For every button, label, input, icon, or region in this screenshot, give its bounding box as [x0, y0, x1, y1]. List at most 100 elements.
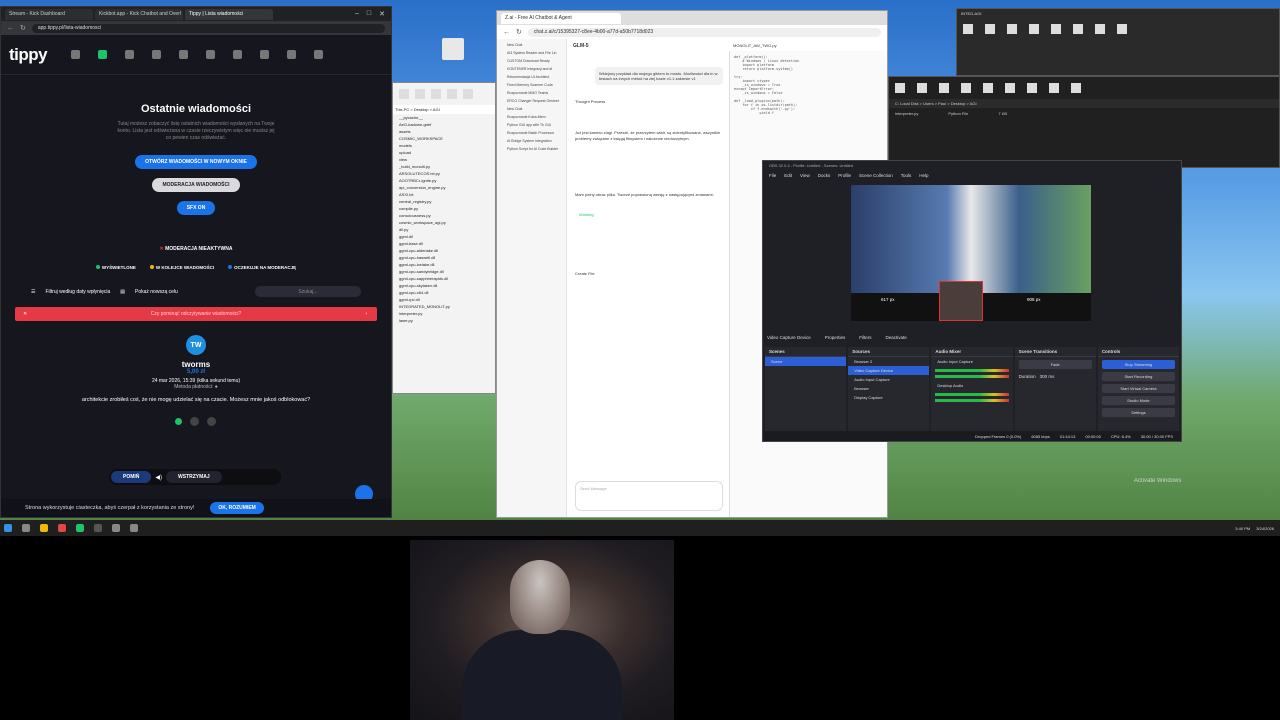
sfx-toggle-button[interactable]: SFX ON	[176, 201, 216, 215]
tray-clock[interactable]: 3:40 PM	[1235, 526, 1250, 531]
obs-icon[interactable]	[94, 524, 102, 532]
thought-process-toggle[interactable]: Thought Process	[575, 99, 723, 104]
pause-button[interactable]: WSTRZYMAJ	[166, 471, 222, 483]
explorer-path[interactable]: This PC > Desktop > AGI	[393, 105, 495, 114]
volume-slider[interactable]	[935, 375, 1009, 378]
explorer-item[interactable]: ggml-cpu-sandybridge.dll	[393, 268, 495, 275]
chat-history-item[interactable]: Rozpoznanie Kuba-Mem	[502, 113, 561, 121]
explorer-item[interactable]: AOOTRBCr-ignite.py	[393, 177, 495, 184]
chat-history-item[interactable]: Rekomendacja UI Architect	[502, 73, 561, 81]
chat-history-item[interactable]: Fixed Memory Scanner Cuda	[502, 81, 561, 89]
explorer-item[interactable]: ggml-rpc.dll	[393, 296, 495, 303]
chat-history-item[interactable]: AI Bridge System Integration	[502, 137, 561, 145]
app-icon[interactable]	[130, 524, 138, 532]
explorer-item[interactable]: cosmic_workspace_agi.py	[393, 219, 495, 226]
start-icon[interactable]	[4, 524, 12, 532]
moderation-toggle[interactable]: MODERACJA WIADOMOŚCI	[152, 178, 240, 192]
browser-tab-active[interactable]: Z.ai - Free AI Chatbot & Agent	[501, 12, 621, 24]
reload-icon[interactable]: ↻	[516, 28, 522, 36]
explorer-item[interactable]: api_conversion_engine.py	[393, 184, 495, 191]
explorer-item[interactable]: __pycache__	[393, 114, 495, 121]
chat-history-item[interactable]: ERCO Changer Request Gestnet	[502, 97, 561, 105]
explorer-item[interactable]: ARSOLUTECOS.txt.py	[393, 170, 495, 177]
source-item[interactable]: Browser	[848, 384, 929, 393]
explorer-item[interactable]: interpreter.py	[393, 310, 495, 317]
chat-history-item[interactable]: Python GUI app with Tk GUI	[502, 121, 561, 129]
stop-streaming-button[interactable]: Stop Streaming	[1101, 360, 1176, 369]
obs-menu-item[interactable]: Edit	[784, 173, 792, 178]
chat-history-item[interactable]: New Chat	[502, 105, 561, 113]
search-icon[interactable]	[22, 524, 30, 532]
wallet-icon[interactable]	[125, 50, 135, 59]
browser-tab-active[interactable]: Tippy | Lista wiadomości	[185, 8, 273, 20]
maximize-icon[interactable]: □	[367, 10, 371, 18]
chat-history-item[interactable]: Python Script for AI Code Builder	[502, 145, 561, 153]
volume-slider[interactable]	[935, 399, 1009, 402]
source-item[interactable]: Video Capture Device	[848, 366, 930, 375]
explorer-item[interactable]: laser.py	[393, 317, 495, 324]
explorer-item[interactable]: compile.py	[393, 205, 495, 212]
code-file-name[interactable]: MONOLIT_AW_TWO.py	[733, 43, 777, 48]
close-icon[interactable]: ✕	[379, 10, 385, 18]
skip-button[interactable]: POMIŃ	[111, 471, 152, 483]
explorer-item[interactable]: view	[393, 156, 495, 163]
reload-icon[interactable]: ↻	[20, 24, 26, 32]
scene-item[interactable]: Scene	[765, 357, 847, 366]
bell-icon[interactable]	[314, 50, 324, 59]
explorer-item[interactable]: ggml-base.dll	[393, 240, 495, 247]
explorer-item[interactable]: COSMIC_WORKSPACE	[393, 135, 495, 142]
delete-icon[interactable]	[206, 417, 216, 426]
obs-menu-item[interactable]: View	[800, 173, 810, 178]
chat-history-item[interactable]: AI3 System Reader and File Lin	[502, 49, 561, 57]
chat-history-item[interactable]: KONTENER Integracji and dl	[502, 65, 561, 73]
filter-icon[interactable]: ☰	[31, 289, 35, 295]
address-bar[interactable]: chat.z.ai/c/15395327-c8ee-4b00-a77d-a50b…	[527, 27, 881, 37]
explorer-item[interactable]: ggml-cpu-alderlake.dll	[393, 247, 495, 254]
obs-menu-item[interactable]: Help	[919, 173, 928, 178]
explorer-item[interactable]: ggml-cpu-haswell.dll	[393, 254, 495, 261]
close-icon[interactable]: ✕	[23, 311, 27, 317]
folder-icon[interactable]	[206, 50, 216, 59]
chevron-right-icon[interactable]: ›	[365, 311, 367, 317]
star-icon[interactable]	[233, 50, 243, 59]
explorer-item[interactable]: AeG-kadowe-grief	[393, 121, 495, 128]
explorer-path[interactable]: C: Local Disk > Users > Paul > Desktop >…	[889, 99, 1279, 108]
app-icon[interactable]	[76, 524, 84, 532]
tray-date[interactable]: 3/24/2026	[1256, 526, 1274, 531]
filter-by-date-button[interactable]: Filtruj według daty wpłynięcia	[45, 289, 110, 295]
volume-icon[interactable]: ◀)	[155, 474, 162, 481]
explorer-item[interactable]: upload	[393, 149, 495, 156]
obs-menu-item[interactable]: Docks	[818, 173, 831, 178]
desktop-file-icon[interactable]	[436, 38, 470, 62]
browser-icon[interactable]	[58, 524, 66, 532]
explorer-item[interactable]: ASXI.txt	[393, 191, 495, 198]
obs-menu-item[interactable]: File	[769, 173, 776, 178]
file-explorer-icon[interactable]	[40, 524, 48, 532]
source-item[interactable]: Display Capture	[848, 393, 929, 402]
app-icon[interactable]	[112, 524, 120, 532]
deactivate-button[interactable]: Deactivate	[885, 335, 906, 340]
explorer-item[interactable]: ggml-cpu-skylakex.dll	[393, 282, 495, 289]
explorer-item[interactable]: INTEGRATED_MONOLIT.py	[393, 303, 495, 310]
explorer-item[interactable]: _build_monolit.py	[393, 163, 495, 170]
obs-preview[interactable]: 617 px 908 px	[851, 185, 1091, 321]
show-newer-button[interactable]: Pokaż nowszą celu	[135, 289, 178, 295]
cookie-accept-button[interactable]: OK, ROZUMIEM	[210, 502, 264, 514]
obs-menu-item[interactable]: Scene Collection	[859, 173, 893, 178]
widget-icon[interactable]	[179, 50, 189, 59]
obs-menu-item[interactable]: Tools	[901, 173, 912, 178]
search-input[interactable]: Szukaj...	[255, 286, 361, 297]
chat-history-item[interactable]: CUSTOM Download Ready	[502, 57, 561, 65]
explorer-item[interactable]: models	[393, 142, 495, 149]
settings-button[interactable]: Settings	[1101, 408, 1176, 417]
chat-history-item[interactable]: Rozpoznanie MMO Teams	[502, 89, 561, 97]
messages-icon[interactable]	[98, 50, 108, 59]
open-messages-new-window-button[interactable]: OTWÓRZ WIADOMOŚCI W NOWYM OKNIE	[135, 155, 257, 169]
browser-tab[interactable]: Kickbot.app - Kick Chatbot and Overl	[95, 8, 183, 20]
link-icon[interactable]	[287, 50, 297, 59]
start-recording-button[interactable]: Start Recording	[1101, 372, 1176, 381]
source-item[interactable]: Audio Input Capture	[848, 375, 929, 384]
create-file-step[interactable]: Create File	[575, 271, 723, 276]
chat-input[interactable]: Send Message	[575, 481, 723, 511]
explorer-item[interactable]: assets	[393, 128, 495, 135]
